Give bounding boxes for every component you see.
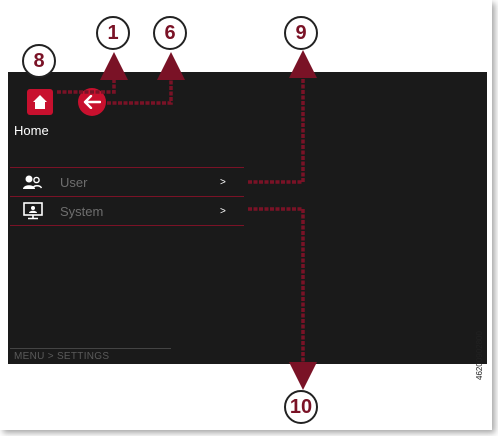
callout-leaders bbox=[57, 50, 317, 390]
callout-9: 9 bbox=[284, 16, 318, 50]
leader-6 bbox=[107, 52, 185, 105]
leader-8 bbox=[57, 52, 128, 94]
leader-10 bbox=[248, 207, 317, 390]
callout-1: 1 bbox=[96, 16, 130, 50]
callout-10: 10 bbox=[284, 390, 318, 424]
leader-9 bbox=[248, 50, 317, 184]
callout-6: 6 bbox=[153, 16, 187, 50]
part-number: 46200902800 bbox=[475, 331, 484, 380]
callout-8: 8 bbox=[22, 44, 56, 78]
